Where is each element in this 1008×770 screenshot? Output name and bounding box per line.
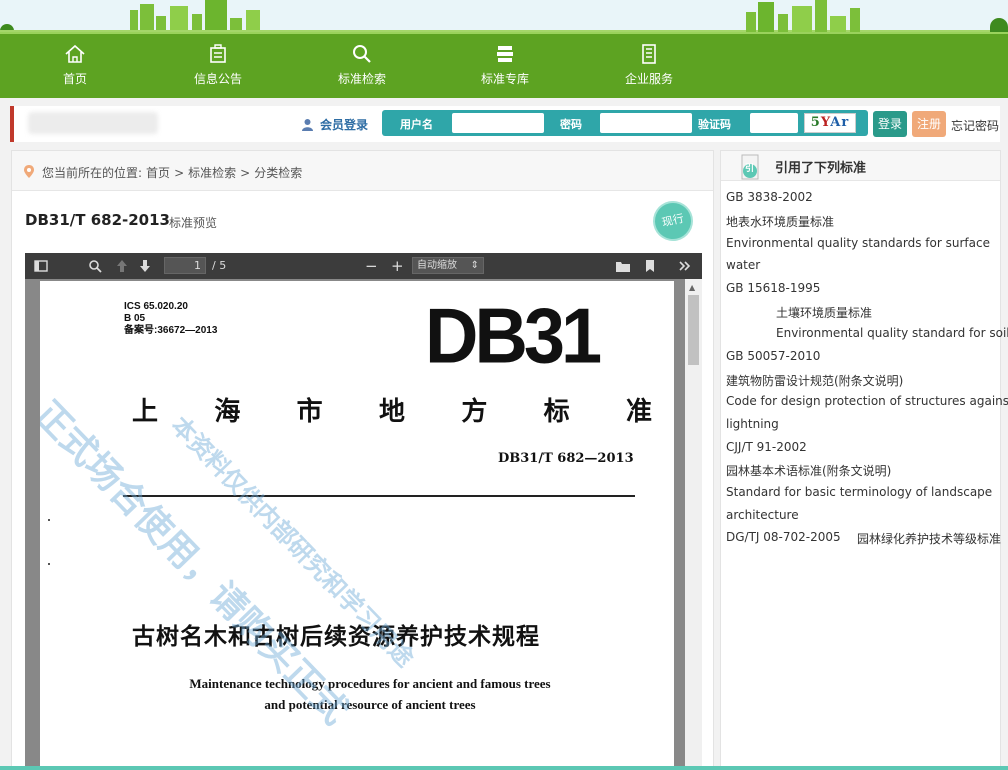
- issuing-organization: 上海市地方标准: [132, 397, 652, 427]
- captcha-label: 验证码: [698, 118, 731, 131]
- reference-name-en[interactable]: Environmental quality standards for surf…: [726, 236, 990, 250]
- reference-name-cn[interactable]: 土壤环境质量标准: [776, 304, 872, 321]
- standard-number: DB31/T 682—2013: [498, 451, 634, 466]
- reference-name-en[interactable]: Code for design protection of structures…: [726, 394, 1008, 408]
- scroll-up-icon[interactable]: ▲: [689, 283, 695, 292]
- reference-name-en[interactable]: water: [726, 258, 760, 272]
- nav-enterprise[interactable]: 企业服务: [599, 42, 699, 92]
- zoom-select[interactable]: 自动缩放 ⇕: [412, 257, 484, 274]
- nav-notice[interactable]: 信息公告: [168, 42, 268, 92]
- scan-dot: [48, 563, 50, 565]
- main-nav: 首页 信息公告 标准检索 标准专库 企业服务: [0, 32, 1008, 98]
- username-input[interactable]: [452, 113, 544, 133]
- sidebar-toggle-icon[interactable]: [33, 258, 49, 274]
- breadcrumb: 您当前所在的位置: 首页 > 标准检索 > 分类检索: [12, 151, 713, 191]
- pdf-viewer: 1 / 5 − + 自动缩放 ⇕ ICS 65.020.20 B 05 备案号:3…: [25, 253, 702, 770]
- captcha-input[interactable]: [750, 113, 798, 133]
- nav-library[interactable]: 标准专库: [455, 42, 555, 92]
- pdf-scrollbar[interactable]: ▲: [685, 279, 702, 770]
- breadcrumb-home[interactable]: 首页: [146, 166, 170, 180]
- references-title: 引用了下列标准: [775, 161, 867, 176]
- standard-title-en: Maintenance technology procedures for an…: [189, 676, 551, 712]
- reference-name-cn[interactable]: 地表水环境质量标准: [726, 213, 834, 230]
- user-icon: [302, 119, 313, 131]
- reference-code[interactable]: GB 3838-2002: [726, 190, 813, 204]
- bookmark-icon[interactable]: [642, 258, 658, 274]
- find-icon[interactable]: [87, 258, 103, 274]
- enterprise-icon: [642, 44, 656, 64]
- nav-library-label: 标准专库: [480, 72, 529, 86]
- search-icon: [353, 45, 371, 63]
- zoom-in-button[interactable]: +: [391, 257, 404, 275]
- home-icon: [65, 44, 85, 63]
- ics-block: ICS 65.020.20 B 05 备案号:36672—2013: [124, 301, 218, 336]
- references-panel: 引 引用了下列标准 GB 3838-2002 地表水环境质量标准 Environ…: [720, 150, 1008, 770]
- open-file-icon[interactable]: [615, 258, 631, 274]
- db31-logo: DB31: [425, 291, 602, 380]
- register-button[interactable]: 注册: [912, 111, 946, 137]
- reference-name-en[interactable]: architecture: [726, 508, 799, 522]
- nav-enterprise-label: 企业服务: [624, 72, 673, 86]
- header-banner: [0, 0, 1008, 34]
- pdf-page-area[interactable]: ICS 65.020.20 B 05 备案号:36672—2013 DB31 上…: [25, 279, 702, 770]
- breadcrumb-separator: >: [240, 166, 251, 180]
- nav-home-label: 首页: [62, 72, 87, 86]
- pdf-page: ICS 65.020.20 B 05 备案号:36672—2013 DB31 上…: [40, 281, 674, 770]
- login-bar: 会员登录 用户名 密码 验证码 5YAr 登录 注册 忘记密码: [10, 106, 1000, 142]
- breadcrumb-search[interactable]: 标准检索: [188, 166, 236, 180]
- username-label: 用户名: [400, 118, 433, 131]
- nav-search[interactable]: 标准检索: [312, 42, 412, 92]
- document-subtitle: 标准预览: [169, 216, 218, 230]
- bottom-accent-line: [0, 766, 1008, 770]
- reference-code[interactable]: DG/TJ 08-702-2005: [726, 530, 841, 544]
- nav-home[interactable]: 首页: [25, 42, 125, 92]
- pdf-toolbar: 1 / 5 − + 自动缩放 ⇕: [25, 253, 702, 279]
- reference-name-en[interactable]: Environmental quality standard for soils: [776, 326, 1008, 340]
- breadcrumb-prefix: 您当前所在的位置:: [42, 166, 143, 180]
- zoom-out-button[interactable]: −: [365, 257, 378, 275]
- reference-code[interactable]: GB 50057-2010: [726, 349, 820, 363]
- reference-name-cn[interactable]: 园林基本术语标准(附条文说明): [726, 462, 891, 479]
- breadcrumb-separator: >: [174, 166, 185, 180]
- member-login-label: 会员登录: [320, 118, 369, 132]
- divider: [123, 495, 635, 497]
- status-badge: 现行: [651, 199, 695, 243]
- nav-notice-label: 信息公告: [193, 72, 242, 86]
- location-pin-icon: [24, 165, 34, 178]
- captcha-image[interactable]: 5YAr: [804, 113, 856, 133]
- password-input[interactable]: [600, 113, 692, 133]
- notice-icon: [210, 44, 226, 63]
- page-count: / 5: [212, 259, 227, 272]
- login-form: 用户名 密码 验证码 5YAr: [382, 110, 868, 136]
- main-panel: 您当前所在的位置: 首页 > 标准检索 > 分类检索 DB31/T 682-2013 标准…: [11, 150, 714, 770]
- page-number-input[interactable]: 1: [164, 257, 206, 274]
- reference-name-cn[interactable]: 建筑物防雷设计规范(附条文说明): [726, 372, 903, 389]
- password-label: 密码: [560, 118, 582, 131]
- chevron-down-icon: ⇕: [470, 260, 479, 271]
- nav-search-label: 标准检索: [337, 72, 386, 86]
- standard-title-cn: 古树名木和古树后续资源养护技术规程: [132, 623, 540, 650]
- reference-name-en[interactable]: lightning: [726, 417, 779, 431]
- reference-badge-label: 引: [745, 164, 755, 174]
- tools-icon[interactable]: [677, 258, 693, 274]
- reference-name-en[interactable]: Standard for basic terminology of landsc…: [726, 485, 992, 499]
- breadcrumb-category: 分类检索: [254, 166, 303, 180]
- next-page-icon[interactable]: [137, 258, 153, 274]
- reference-code[interactable]: GB 15618-1995: [726, 281, 820, 295]
- reference-code[interactable]: CJJ/T 91-2002: [726, 440, 807, 454]
- site-logo: [28, 112, 158, 134]
- library-icon: [497, 46, 513, 62]
- scan-dot: [48, 519, 50, 521]
- member-login[interactable]: 会员登录: [301, 116, 368, 133]
- forgot-password-link[interactable]: 忘记密码: [951, 117, 999, 134]
- document-code: DB31/T 682-2013: [25, 211, 170, 229]
- zoom-value: 自动缩放: [417, 260, 457, 271]
- scroll-thumb[interactable]: [688, 295, 699, 365]
- previous-page-icon[interactable]: [114, 258, 130, 274]
- references-header: 引 引用了下列标准: [721, 151, 1000, 181]
- reference-name-cn[interactable]: 园林绿化养护技术等级标准: [857, 530, 1001, 547]
- login-button[interactable]: 登录: [873, 111, 907, 137]
